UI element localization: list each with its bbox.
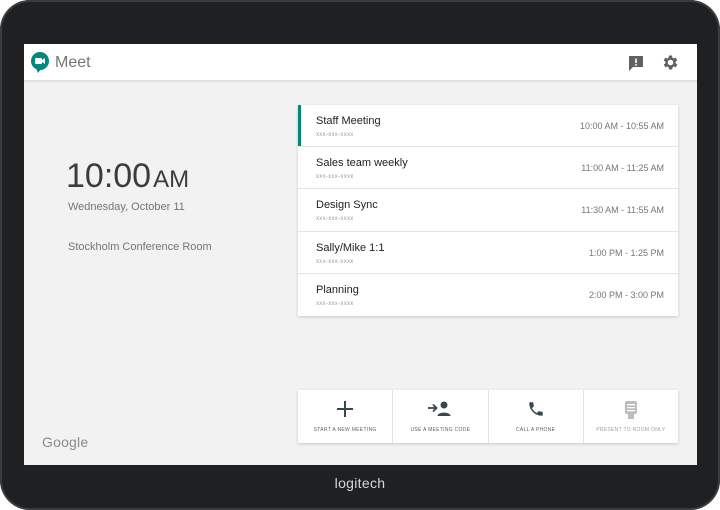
action-label: START A NEW MEETING xyxy=(313,427,377,433)
screen: Meet 10:00AM Wednesday, October 11 Stock… xyxy=(24,44,697,465)
gear-icon[interactable] xyxy=(661,53,680,72)
meeting-title: Sally/Mike 1:1 xyxy=(316,241,385,254)
meeting-code: xxx-xxx-xxxx xyxy=(316,258,354,265)
phone-icon xyxy=(528,402,543,416)
device-brand-logo: logitech xyxy=(334,475,386,491)
meeting-code: xxx-xxx-xxxx xyxy=(316,174,354,181)
action-label: PRESENT TO ROOM ONLY xyxy=(596,427,666,433)
start-new-meeting-button[interactable]: START A NEW MEETING xyxy=(298,390,394,443)
meeting-title: Staff Meeting xyxy=(316,115,381,127)
plus-icon xyxy=(337,401,354,417)
action-bar: START A NEW MEETING USE A MEETING CODE C… xyxy=(298,390,678,443)
meeting-item[interactable]: Design Sync xxx-xxx-xxxx 11:30 AM - 11:5… xyxy=(298,189,678,232)
meeting-time: 2:00 PM - 3:00 PM xyxy=(588,289,664,300)
use-meeting-code-button[interactable]: USE A MEETING CODE xyxy=(393,390,489,443)
meeting-time: 10:00 AM - 10:55 AM xyxy=(579,121,664,131)
meeting-item[interactable]: Staff Meeting xxx-xxx-xxxx 10:00 AM - 10… xyxy=(298,105,678,148)
time-ampm: AM xyxy=(153,166,190,193)
meeting-time: 1:00 PM - 1:25 PM xyxy=(588,247,664,258)
meeting-list: Staff Meeting xxx-xxx-xxxx 10:00 AM - 10… xyxy=(298,105,678,316)
meeting-time: 11:30 AM - 11:55 AM xyxy=(581,205,664,216)
present-to-room-button[interactable]: PRESENT TO ROOM ONLY xyxy=(584,390,678,443)
action-label: USE A MEETING CODE xyxy=(410,427,471,433)
person-join-icon xyxy=(428,401,451,416)
meeting-title: Design Sync xyxy=(316,199,378,212)
room-name: Stockholm Conference Room xyxy=(68,241,212,253)
meeting-title: Sales team weekly xyxy=(316,157,408,170)
meeting-time: 11:00 AM - 11:25 AM xyxy=(581,163,664,174)
meeting-code: xxx-xxx-xxxx xyxy=(316,132,354,138)
meeting-item[interactable]: Sales team weekly xxx-xxx-xxxx 11:00 AM … xyxy=(298,147,678,190)
action-label: CALL A PHONE xyxy=(515,427,556,433)
call-phone-button[interactable]: CALL A PHONE xyxy=(489,390,584,443)
meeting-item[interactable]: Sally/Mike 1:1 xxx-xxx-xxxx 1:00 PM - 1:… xyxy=(298,232,678,274)
meeting-title: Planning xyxy=(316,283,359,296)
app-title: Meet xyxy=(55,54,91,71)
meeting-item[interactable]: Planning xxx-xxx-xxxx 2:00 PM - 3:00 PM xyxy=(298,274,678,316)
feedback-icon[interactable] xyxy=(627,54,645,72)
meeting-code: xxx-xxx-xxxx xyxy=(316,216,354,223)
google-logo: Google xyxy=(42,434,89,450)
top-bar: Meet xyxy=(24,44,697,81)
tablet-device: Meet 10:00AM Wednesday, October 11 Stock… xyxy=(0,0,720,510)
current-time: 10:00AM xyxy=(66,157,189,196)
present-icon xyxy=(624,401,637,419)
google-meet-logo-icon xyxy=(31,52,49,73)
current-date: Wednesday, October 11 xyxy=(68,201,185,213)
meeting-code: xxx-xxx-xxxx xyxy=(316,300,354,307)
time-value: 10:00 xyxy=(66,157,152,195)
